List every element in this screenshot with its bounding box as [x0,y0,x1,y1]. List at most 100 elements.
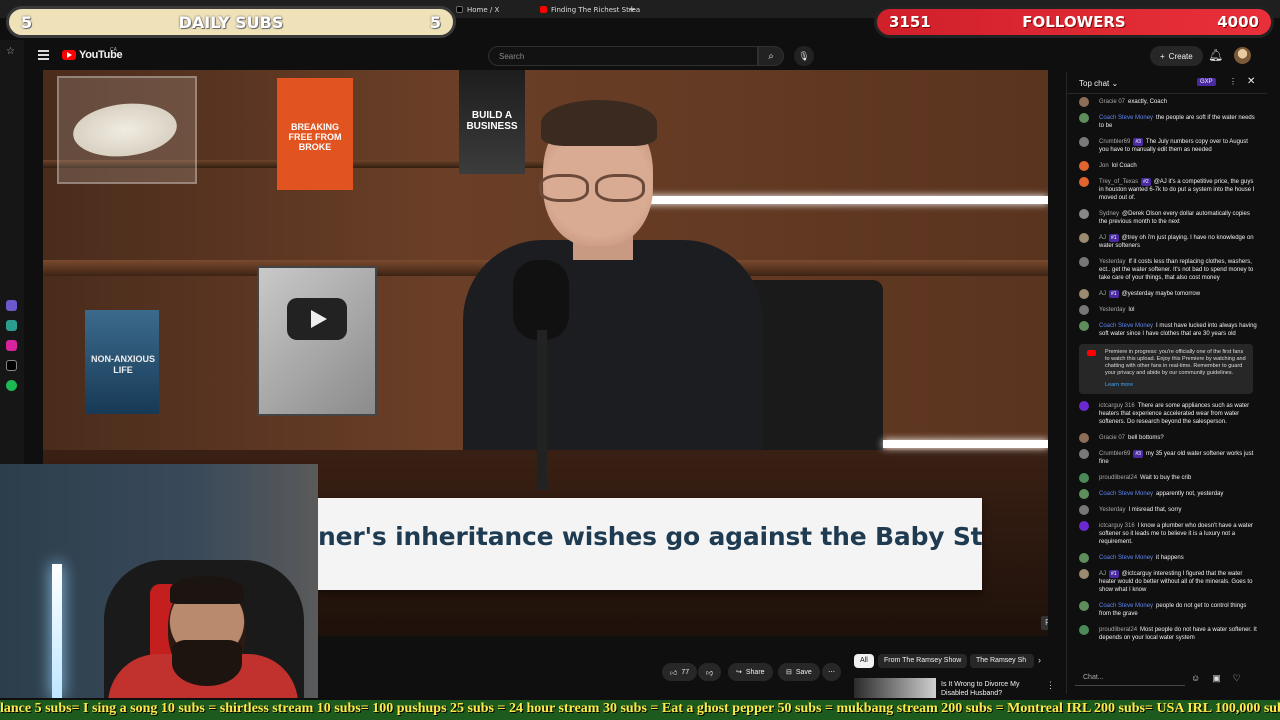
chat-author[interactable]: Yesterday [1099,259,1125,265]
chat-message[interactable]: Coach Steve Money it happens [1067,552,1263,564]
chat-author[interactable]: Jon [1099,163,1109,169]
recommendation-title[interactable]: Is It Wrong to Divorce My Disabled Husba… [941,680,1041,698]
recommendation-thumbnail[interactable] [854,678,936,698]
chat-author[interactable]: AJ [1099,235,1106,241]
chat-message[interactable]: Trey_of_Texas #2 @AJ it's a competitive pr… [1067,176,1263,204]
gxp-badge[interactable]: GXP [1197,78,1216,86]
chat-messages[interactable]: Gracie 07 exactly, Coach Coach Steve Money… [1067,96,1263,662]
learn-more-link[interactable]: Learn more [1105,382,1247,389]
chat-message[interactable]: Yesterday If it costs less than replacing… [1067,256,1263,284]
chat-avatar[interactable] [1079,257,1089,267]
chat-input[interactable]: Chat... [1075,670,1185,686]
chat-message[interactable]: Crumbler69 #3 The July numbers copy over t… [1067,136,1263,156]
chat-mode-dropdown[interactable]: Top chat ⌄ [1079,79,1118,88]
more-vert-icon[interactable]: ⋮ [1046,680,1055,691]
chat-message[interactable]: Yesterday lol [1067,304,1263,316]
chat-message[interactable]: Yesterday I misread that, sorry [1067,504,1263,516]
x-icon[interactable] [6,360,17,371]
chat-avatar[interactable] [1079,601,1089,611]
chat-message[interactable]: AJ #1 @ictcarguy interesting I figured tha… [1067,568,1263,596]
chevron-right-icon[interactable]: › [1038,655,1041,665]
star-icon[interactable]: ☆ [6,46,17,57]
menu-icon[interactable] [38,50,49,60]
chat-avatar[interactable] [1079,233,1089,243]
chat-avatar[interactable] [1079,209,1089,219]
account-avatar[interactable] [1234,47,1251,64]
notifications-bell-icon[interactable]: 🔔︎ [1208,48,1223,62]
chat-message[interactable]: Crumbler69 #3 my 35 year old water softene… [1067,448,1263,468]
chat-author[interactable]: Gracie 07 [1099,435,1125,441]
chat-message[interactable]: Coach Steve Money apparently not, yesterd… [1067,488,1263,500]
chat-avatar[interactable] [1079,305,1089,315]
super-chat-icon[interactable]: ▣ [1212,673,1221,684]
chat-avatar[interactable] [1079,401,1089,411]
chat-avatar[interactable] [1079,489,1089,499]
create-button[interactable]: + Create [1150,46,1203,66]
like-button[interactable]: 👍︎ 77 [662,663,698,681]
chat-message[interactable]: Sydney @Derek Olson every dollar automati… [1067,208,1263,228]
heart-icon[interactable]: ♡ [1233,673,1241,684]
chat-author[interactable]: ictcarguy 316 [1099,523,1135,529]
chat-author[interactable]: Crumbler69 [1099,451,1130,457]
chat-avatar[interactable] [1079,177,1089,187]
dislike-button[interactable]: 👎︎ [698,663,722,681]
chat-message[interactable]: Jon lol Coach [1067,160,1263,172]
chat-avatar[interactable] [1079,113,1089,123]
chat-author[interactable]: Coach Steve Money [1099,603,1153,609]
new-tab-button[interactable]: + [628,3,636,16]
save-button[interactable]: ⊟ Save [778,663,820,681]
chat-avatar[interactable] [1079,137,1089,147]
chat-message[interactable]: AJ #1 @yesterday maybe tomorrow [1067,288,1263,300]
chat-author[interactable]: proudliberal24 [1099,475,1137,481]
chat-author[interactable]: Trey_of_Texas [1099,179,1138,185]
chat-author[interactable]: Coach Steve Money [1099,491,1153,497]
chat-message[interactable]: ictcarguy 316 There are some appliances s… [1067,400,1263,428]
chat-message[interactable]: Coach Steve Money the people are soft if … [1067,112,1263,132]
chip-from-ramsey-show[interactable]: From The Ramsey Show [878,654,968,668]
emoji-icon[interactable]: ☺ [1191,673,1200,683]
chat-message[interactable]: Gracie 07 bell bottoms? [1067,432,1263,444]
chat-message[interactable]: proudliberal24 Wait to buy the crib [1067,472,1263,484]
browser-tab-youtube[interactable]: Finding The Richest Strea [540,3,640,16]
youtube-logo-icon[interactable] [62,50,76,60]
chat-message[interactable]: ictcarguy 316 I know a plumber who doesn'… [1067,520,1263,548]
chat-author[interactable]: ictcarguy 316 [1099,403,1135,409]
search-input[interactable]: Search [488,46,758,66]
chat-author[interactable]: proudliberal24 [1099,627,1137,633]
app-icon[interactable] [6,300,17,311]
chat-author[interactable]: Crumbler69 [1099,139,1130,145]
app-icon[interactable] [6,320,17,331]
browser-tab-x[interactable]: Home / X [456,3,499,16]
chat-avatar[interactable] [1079,289,1089,299]
chat-avatar[interactable] [1079,449,1089,459]
chat-message[interactable]: AJ #1 @trey oh i'm just playing. I have no… [1067,232,1263,252]
chat-author[interactable]: AJ [1099,291,1106,297]
chat-message[interactable]: Coach Steve Money I must have lucked into… [1067,320,1263,340]
chat-avatar[interactable] [1079,569,1089,579]
voice-search-button[interactable]: 🎙 [794,46,814,66]
more-actions-button[interactable]: ⋯ [822,663,841,681]
chat-avatar[interactable] [1079,97,1089,107]
chat-message[interactable]: Gracie 07 exactly, Coach [1067,96,1263,108]
instagram-icon[interactable] [6,340,17,351]
chat-avatar[interactable] [1079,433,1089,443]
share-button[interactable]: ↪ Share [728,663,773,681]
chat-author[interactable]: Sydney [1099,211,1119,217]
close-icon[interactable]: ✕ [1247,76,1255,87]
more-vert-icon[interactable]: ⋮ [1229,77,1237,86]
search-button[interactable]: ⌕ [758,46,784,66]
chat-avatar[interactable] [1079,553,1089,563]
chat-author[interactable]: Yesterday [1099,307,1125,313]
chip-ramsey-show[interactable]: The Ramsey Sh [970,654,1034,668]
chat-avatar[interactable] [1079,473,1089,483]
chip-all[interactable]: All [854,654,874,668]
chat-author[interactable]: AJ [1099,571,1106,577]
chat-author[interactable]: Gracie 07 [1099,99,1125,105]
chat-message[interactable]: Coach Steve Money people do not get to co… [1067,600,1263,620]
spotify-icon[interactable] [6,380,17,391]
chat-author[interactable]: Coach Steve Money [1099,115,1153,121]
chat-author[interactable]: Coach Steve Money [1099,323,1153,329]
chat-avatar[interactable] [1079,321,1089,331]
chat-avatar[interactable] [1079,505,1089,515]
chat-avatar[interactable] [1079,625,1089,635]
